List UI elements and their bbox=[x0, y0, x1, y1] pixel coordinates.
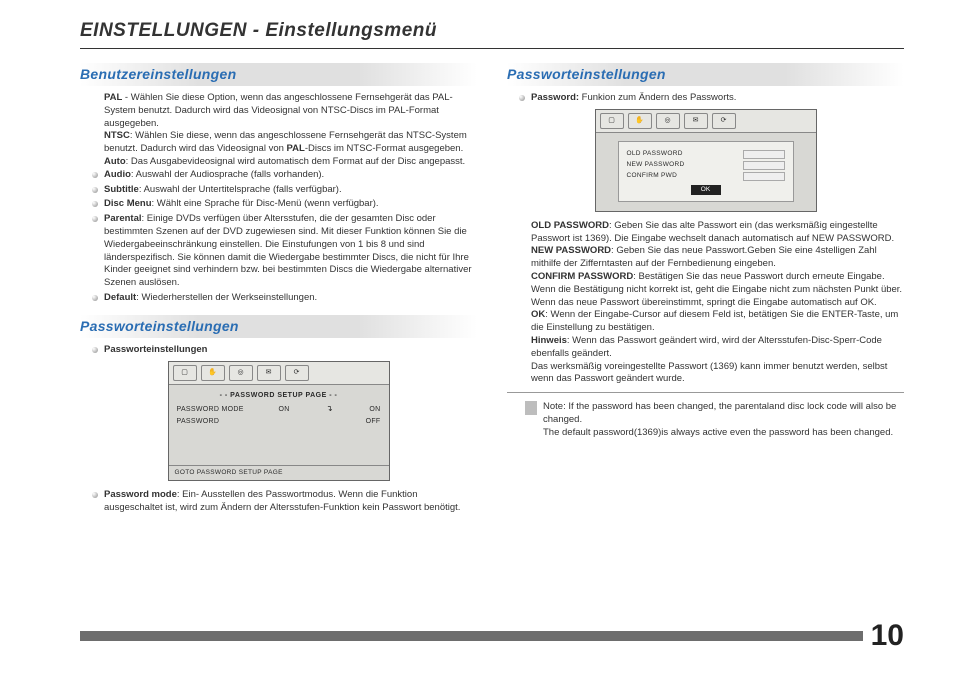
osd-title: - - PASSWORD SETUP PAGE - - bbox=[177, 391, 381, 400]
term-pwmode: Password mode bbox=[104, 489, 177, 500]
section-heading-user: Benutzereinstellungen bbox=[80, 63, 477, 86]
osd-input-field bbox=[743, 161, 785, 170]
list-item: Audio: Auswahl der Audiosprache (falls v… bbox=[92, 169, 477, 182]
osd-value: ON bbox=[279, 405, 290, 414]
osd-row: OLD PASSWORD bbox=[627, 150, 785, 159]
list-item: Disc Menu: Wählt eine Sprache für Disc-M… bbox=[92, 198, 477, 211]
osd-row: CONFIRM PWD bbox=[627, 172, 785, 181]
osd-inner-box: OLD PASSWORD NEW PASSWORD CONFIRM PWD OK bbox=[618, 141, 794, 203]
osd-body: - - PASSWORD SETUP PAGE - - PASSWORD MOD… bbox=[169, 385, 389, 465]
osd-tab-icon: ◎ bbox=[229, 365, 253, 381]
osd-row: PASSWORD MODE ON ↴ ON bbox=[177, 404, 381, 415]
list-item: Default: Wiederherstellen der Werkseinst… bbox=[92, 292, 477, 305]
osd-tab-icon: ▢ bbox=[600, 113, 624, 129]
page-footer: 10 bbox=[80, 621, 904, 651]
page-number: 10 bbox=[871, 621, 904, 651]
right-column: Passworteinstellungen Password: Funkion … bbox=[507, 59, 904, 517]
footer-bar bbox=[80, 631, 863, 641]
osd-tab-icon: ◎ bbox=[656, 113, 680, 129]
text-default: : Wiederherstellen der Werkseinstellunge… bbox=[136, 292, 317, 303]
pal-text: - Wählen Sie diese Option, wenn das ange… bbox=[104, 92, 453, 129]
osd-tab-icon: ✋ bbox=[201, 365, 225, 381]
manual-page: EINSTELLUNGEN - Einstellungsmenü Benutze… bbox=[0, 0, 954, 673]
osd-label: NEW PASSWORD bbox=[627, 161, 685, 170]
password-list: Passworteinstellungen bbox=[80, 344, 477, 357]
text-password: Funkion zum Ändern des Passworts. bbox=[579, 92, 736, 103]
text-parental: : Einige DVDs verfügen über Altersstufen… bbox=[104, 213, 472, 288]
title-rule bbox=[80, 48, 904, 49]
osd-password-change: ▢ ✋ ◎ ✉ ⟳ OLD PASSWORD NEW PASSWORD CONF… bbox=[595, 109, 817, 212]
term-discmenu: Disc Menu bbox=[104, 198, 152, 209]
osd-tab-icon: ⟳ bbox=[285, 365, 309, 381]
note-box: Note: If the password has been changed, … bbox=[507, 401, 904, 439]
password-mode-list: Password mode: Ein- Ausstellen des Passw… bbox=[80, 489, 477, 515]
term-default: Default bbox=[104, 292, 136, 303]
auto-text: : Das Ausgabevideosignal wird automatisc… bbox=[126, 156, 466, 167]
divider bbox=[507, 392, 904, 393]
section-heading-password-left: Passworteinstellungen bbox=[80, 315, 477, 338]
left-column: Benutzereinstellungen PAL - Wählen Sie d… bbox=[80, 59, 477, 517]
list-item: Password mode: Ein- Ausstellen des Passw… bbox=[92, 489, 477, 515]
section-heading-password-right: Passworteinstellungen bbox=[507, 63, 904, 86]
osd-label: PASSWORD bbox=[177, 417, 220, 426]
osd-option: ON bbox=[369, 405, 380, 414]
note-line-1: Note: If the password has been changed, … bbox=[543, 401, 896, 425]
password-change-list: Password: Funkion zum Ändern des Passwor… bbox=[507, 92, 904, 105]
term-ok: OK bbox=[531, 309, 545, 320]
pal-term: PAL bbox=[104, 92, 122, 103]
ntsc-term: NTSC bbox=[104, 130, 130, 141]
list-item: Passworteinstellungen bbox=[92, 344, 477, 357]
osd-body: OLD PASSWORD NEW PASSWORD CONFIRM PWD OK bbox=[596, 141, 816, 211]
list-item: Parental: Einige DVDs verfügen über Alte… bbox=[92, 213, 477, 290]
osd-label: OLD PASSWORD bbox=[627, 150, 683, 159]
term-newpw: NEW PASSWORD bbox=[531, 245, 611, 256]
term-oldpw: OLD PASSWORD bbox=[531, 220, 609, 231]
osd-tab-icon: ✋ bbox=[628, 113, 652, 129]
osd-footer: GOTO PASSWORD SETUP PAGE bbox=[169, 465, 389, 481]
osd-tab-icon: ✉ bbox=[257, 365, 281, 381]
term-confpw: CONFIRM PASSWORD bbox=[531, 271, 633, 282]
pal2-term: PAL bbox=[287, 143, 305, 154]
columns: Benutzereinstellungen PAL - Wählen Sie d… bbox=[80, 59, 904, 517]
osd-tab-icon: ⟳ bbox=[712, 113, 736, 129]
password-desc-block: OLD PASSWORD: Geben Sie das alte Passwor… bbox=[507, 220, 904, 387]
list-item: Subtitle: Auswahl der Untertitelsprache … bbox=[92, 184, 477, 197]
text-discmenu: : Wählt eine Sprache für Disc-Menü (wenn… bbox=[152, 198, 379, 209]
text-ok: : Wenn der Eingabe-Cursor auf diesem Fel… bbox=[531, 309, 898, 333]
note-icon bbox=[525, 401, 537, 415]
note-line-2: The default password(1369)is always acti… bbox=[543, 427, 893, 438]
osd-input-field bbox=[743, 150, 785, 159]
term-parental: Parental bbox=[104, 213, 142, 224]
pal2-text: -Discs im NTSC-Format ausgegeben. bbox=[305, 143, 463, 154]
term-hint: Hinweis bbox=[531, 335, 567, 346]
osd-tab-icon: ▢ bbox=[173, 365, 197, 381]
osd-tab-icon: ✉ bbox=[684, 113, 708, 129]
osd-label: PASSWORD MODE bbox=[177, 405, 244, 414]
text-subtitle: : Auswahl der Untertitelsprache (falls v… bbox=[139, 184, 342, 195]
term-audio: Audio bbox=[104, 169, 131, 180]
osd-ok-button: OK bbox=[691, 185, 721, 196]
osd-tabs: ▢ ✋ ◎ ✉ ⟳ bbox=[169, 362, 389, 385]
pw-bullet-label: Passworteinstellungen bbox=[104, 344, 207, 355]
tv-system-block: PAL - Wählen Sie diese Option, wenn das … bbox=[80, 92, 477, 169]
osd-option: OFF bbox=[366, 417, 381, 426]
osd-tabs: ▢ ✋ ◎ ✉ ⟳ bbox=[596, 110, 816, 133]
auto-term: Auto bbox=[104, 156, 126, 167]
text-hint: : Wenn das Passwort geändert wird, wird … bbox=[531, 335, 882, 359]
note-text: Note: If the password has been changed, … bbox=[543, 401, 904, 439]
user-settings-list: Audio: Auswahl der Audiosprache (falls v… bbox=[80, 169, 477, 305]
osd-row: NEW PASSWORD bbox=[627, 161, 785, 170]
arrow-icon: ↴ bbox=[325, 404, 335, 415]
text-audio: : Auswahl der Audiosprache (falls vorhan… bbox=[131, 169, 324, 180]
term-password: Password: bbox=[531, 92, 579, 103]
osd-label: CONFIRM PWD bbox=[627, 172, 678, 181]
text-tail: Das werksmäßig voreingestellte Passwort … bbox=[531, 361, 887, 385]
term-subtitle: Subtitle bbox=[104, 184, 139, 195]
page-title: EINSTELLUNGEN - Einstellungsmenü bbox=[80, 20, 904, 42]
osd-input-field bbox=[743, 172, 785, 181]
osd-password-setup: ▢ ✋ ◎ ✉ ⟳ - - PASSWORD SETUP PAGE - - PA… bbox=[168, 361, 390, 482]
osd-row: PASSWORD OFF bbox=[177, 417, 381, 426]
list-item: Password: Funkion zum Ändern des Passwor… bbox=[519, 92, 904, 105]
